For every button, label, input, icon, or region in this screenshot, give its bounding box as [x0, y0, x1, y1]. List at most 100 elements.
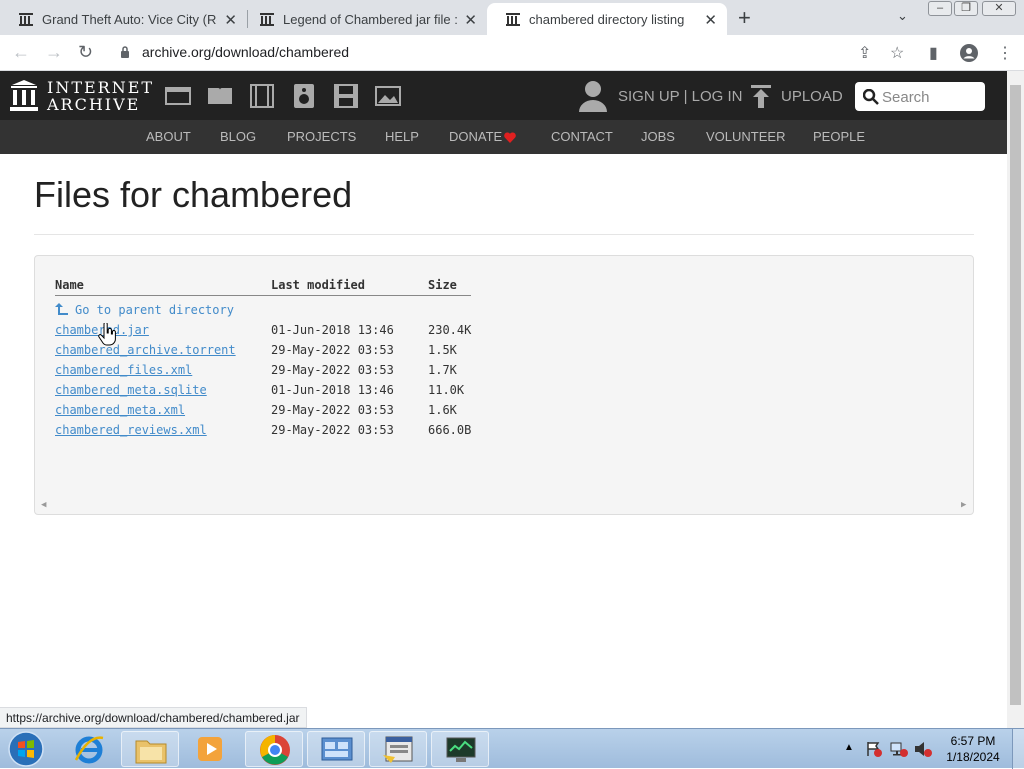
user-icon[interactable] [579, 80, 607, 112]
file-link[interactable]: chambered_files.xml [55, 363, 192, 377]
start-button-icon[interactable] [6, 731, 46, 767]
taskbar: ▲ 6:57 PM 1/18/2024 [0, 728, 1024, 769]
chrome-icon [260, 735, 290, 765]
search-placeholder: Search [882, 89, 930, 106]
explorer-task[interactable] [121, 731, 179, 767]
file-size: 1.6K [428, 403, 457, 417]
minimize-button[interactable]: – [928, 1, 952, 16]
bookmark-star-icon[interactable]: ☆ [890, 43, 904, 63]
web-icon[interactable] [165, 84, 191, 108]
ia-logo-text-line2[interactable]: ARCHIVE [47, 95, 140, 114]
file-modified: 29-May-2022 03:53 [271, 343, 394, 357]
control-panel-task[interactable] [307, 731, 365, 767]
parent-directory-link[interactable]: Go to parent directory [55, 302, 234, 317]
texts-icon[interactable] [207, 84, 233, 108]
forward-icon[interactable]: → [45, 42, 63, 63]
media-player-icon[interactable] [196, 734, 226, 764]
new-tab-icon[interactable]: + [738, 5, 751, 31]
file-size: 230.4K [428, 323, 472, 337]
clock-time[interactable]: 6:57 PM [945, 734, 1001, 748]
nav-donate[interactable]: DONATE [449, 129, 502, 144]
folder-icon [135, 740, 167, 764]
action-center-flag-icon[interactable] [866, 741, 882, 757]
internet-explorer-icon[interactable] [73, 733, 105, 765]
tab-title: Legend of Chambered jar file : N [283, 11, 458, 27]
file-size: 1.5K [428, 343, 457, 357]
show-hidden-icons-icon[interactable]: ▲ [844, 742, 854, 753]
file-link[interactable]: chambered_reviews.xml [55, 423, 207, 437]
chevron-down-icon[interactable]: ⌄ [897, 8, 908, 24]
tab-chambered[interactable]: chambered directory listing ✕ [487, 3, 727, 35]
close-tab-icon[interactable]: ✕ [224, 11, 237, 29]
control-panel-icon [321, 737, 353, 761]
ia-logo-icon[interactable] [10, 80, 38, 111]
nav-blog[interactable]: BLOG [220, 129, 256, 144]
nav-help[interactable]: HELP [385, 129, 419, 144]
archive-favicon-icon [506, 13, 520, 26]
nav-people[interactable]: PEOPLE [813, 129, 865, 144]
close-tab-icon[interactable]: ✕ [464, 11, 477, 29]
network-icon[interactable] [890, 741, 908, 757]
upload-link[interactable]: UPLOAD [781, 88, 843, 105]
side-panel-icon[interactable]: ▮ [929, 43, 938, 63]
address-bar[interactable]: archive.org/download/chambered [142, 44, 349, 60]
status-url: https://archive.org/download/chambered/c… [0, 707, 307, 728]
heart-icon[interactable] [504, 132, 516, 143]
restore-button[interactable]: ❐ [954, 1, 978, 16]
column-header-name[interactable]: Name [55, 278, 84, 292]
nav-volunteer[interactable]: VOLUNTEER [706, 129, 785, 144]
nav-projects[interactable]: PROJECTS [287, 129, 356, 144]
nav-contact[interactable]: CONTACT [551, 129, 613, 144]
table-row: chambered_meta.xml 29-May-2022 03:53 1.6… [35, 403, 935, 421]
lock-icon[interactable] [120, 46, 130, 58]
monitor-icon [446, 737, 476, 762]
tab-title: chambered directory listing [529, 11, 685, 27]
show-desktop-button[interactable] [1012, 729, 1024, 769]
column-header-size[interactable]: Size [428, 278, 457, 292]
file-link[interactable]: chambered_archive.torrent [55, 343, 236, 357]
signup-login-link[interactable]: SIGN UP | LOG IN [618, 88, 742, 105]
scroll-right-icon[interactable]: ▶ [961, 500, 966, 510]
search-icon [863, 89, 879, 105]
file-size: 666.0B [428, 423, 472, 437]
file-size: 11.0K [428, 383, 465, 397]
nav-jobs[interactable]: JOBS [641, 129, 675, 144]
browser-toolbar: ← → ↻ archive.org/download/chambered ⇪ ☆… [0, 35, 1024, 71]
file-modified: 29-May-2022 03:53 [271, 423, 394, 437]
file-link[interactable]: chambered_meta.xml [55, 403, 185, 417]
file-modified: 01-Jun-2018 13:46 [271, 383, 394, 397]
clock-date[interactable]: 1/18/2024 [945, 750, 1001, 764]
reload-icon[interactable]: ↻ [78, 42, 93, 63]
menu-kebab-icon[interactable]: ⋮ [997, 43, 1013, 63]
search-input[interactable]: Search [855, 82, 985, 111]
application-window-icon [383, 736, 413, 763]
program-task[interactable] [369, 731, 427, 767]
monitor-task[interactable] [431, 731, 489, 767]
table-row: chambered_reviews.xml 29-May-2022 03:53 … [35, 423, 935, 441]
chrome-task[interactable] [245, 731, 303, 767]
page-scrollbar[interactable] [1007, 71, 1024, 728]
tab-strip: Grand Theft Auto: Vice City (Reta ✕ Lege… [0, 0, 1024, 35]
volume-muted-icon[interactable] [914, 741, 932, 757]
audio-icon[interactable] [291, 84, 317, 108]
images-icon[interactable] [375, 84, 401, 108]
share-icon[interactable]: ⇪ [858, 43, 871, 63]
close-window-button[interactable]: ✕ [982, 1, 1016, 16]
tab-legend[interactable]: Legend of Chambered jar file : N ✕ [241, 3, 487, 35]
file-link[interactable]: chambered_meta.sqlite [55, 383, 207, 397]
software-icon[interactable] [333, 84, 359, 108]
scrollbar-thumb[interactable] [1010, 85, 1021, 705]
archive-favicon-icon [260, 13, 274, 26]
video-icon[interactable] [249, 84, 275, 108]
file-listing: Name Last modified Size Go to parent dir… [34, 255, 974, 515]
nav-about[interactable]: ABOUT [146, 129, 191, 144]
header-rule [55, 295, 471, 296]
back-icon[interactable]: ← [12, 42, 30, 63]
close-tab-icon[interactable]: ✕ [704, 11, 717, 29]
upload-icon[interactable] [751, 85, 771, 109]
profile-icon[interactable] [960, 44, 978, 62]
scroll-left-icon[interactable]: ◀ [41, 500, 46, 510]
column-header-modified[interactable]: Last modified [271, 278, 365, 292]
tab-gta[interactable]: Grand Theft Auto: Vice City (Reta ✕ [0, 3, 247, 35]
table-row: chambered_archive.torrent 29-May-2022 03… [35, 343, 935, 361]
